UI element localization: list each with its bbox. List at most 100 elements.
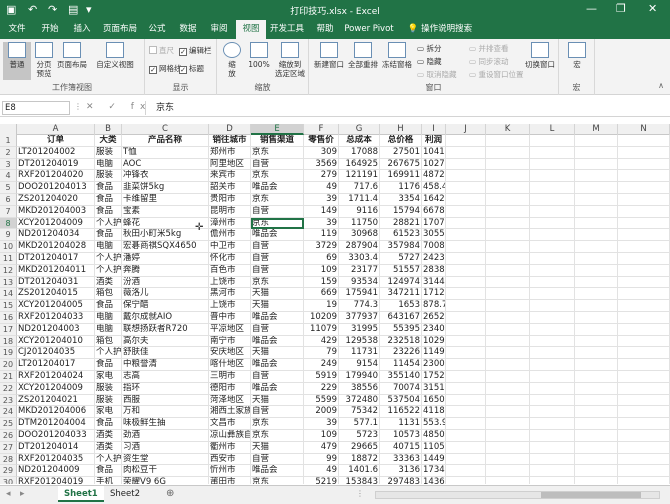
cell[interactable]: 晋中市	[209, 312, 251, 324]
cell[interactable]: 109	[304, 430, 339, 442]
cell[interactable]: 377937	[339, 312, 380, 324]
row-header[interactable]: 18	[0, 335, 17, 348]
cell[interactable]: 食品	[95, 182, 122, 194]
cell[interactable]	[530, 288, 575, 301]
cell[interactable]: 102750	[422, 158, 446, 171]
cell[interactable]	[618, 312, 670, 324]
tab-6[interactable]: 审阅	[206, 20, 232, 39]
zoom-button[interactable]: 缩 放	[220, 42, 244, 78]
cell[interactable]	[530, 217, 575, 230]
cell[interactable]: 28821	[380, 217, 422, 230]
cell[interactable]	[618, 170, 670, 183]
cell[interactable]	[486, 300, 530, 312]
cell[interactable]: 唯品会	[251, 229, 304, 242]
cell[interactable]	[618, 182, 670, 194]
sync-scroll-button[interactable]: ▭ 同步滚动	[469, 56, 508, 67]
cell[interactable]: 服装	[95, 170, 122, 183]
cell[interactable]: 31995	[339, 323, 380, 336]
cell[interactable]	[486, 146, 530, 159]
cell[interactable]	[618, 288, 670, 301]
cell[interactable]	[486, 418, 530, 430]
column-header-I[interactable]: I	[422, 124, 446, 135]
cell[interactable]	[618, 335, 670, 348]
cell[interactable]: 1653	[380, 300, 422, 312]
cell[interactable]: 5919	[304, 371, 339, 383]
cell[interactable]: 个人护理	[95, 217, 122, 230]
cell[interactable]: 订单	[17, 135, 95, 147]
cell[interactable]: 9116	[339, 205, 380, 218]
cell[interactable]: 自营	[251, 371, 304, 383]
cell[interactable]: 宝素	[122, 205, 209, 218]
cell[interactable]: 电脑	[95, 323, 122, 336]
row-header[interactable]: 11	[0, 253, 17, 265]
cell[interactable]	[575, 359, 618, 371]
cell[interactable]: 阿里地区	[209, 158, 251, 171]
cell[interactable]: 潘婷	[122, 253, 209, 265]
cell[interactable]: 食品	[95, 418, 122, 430]
cell[interactable]: 27501	[380, 146, 422, 159]
cell[interactable]	[446, 194, 486, 206]
cell[interactable]: ZS201204020	[17, 194, 95, 206]
cell[interactable]: 服装	[95, 382, 122, 395]
cell[interactable]	[575, 146, 618, 159]
cell[interactable]	[530, 135, 575, 147]
cell[interactable]: 119	[304, 229, 339, 242]
cell[interactable]: 京东	[251, 418, 304, 430]
cell[interactable]: 京东	[251, 194, 304, 206]
cell[interactable]	[575, 453, 618, 466]
scrollbar-thumb[interactable]	[541, 492, 641, 498]
cell[interactable]	[575, 312, 618, 324]
cell[interactable]: 429	[304, 335, 339, 348]
cell[interactable]: 3136	[380, 465, 422, 478]
ruler-checkbox[interactable]: 直尺	[149, 45, 174, 56]
sheet-tab-sheet2[interactable]: Sheet2	[104, 486, 146, 502]
cell[interactable]: 33363	[380, 453, 422, 466]
cell[interactable]	[618, 241, 670, 253]
cell[interactable]: 指环	[122, 382, 209, 395]
column-header-L[interactable]: L	[530, 124, 575, 135]
cell[interactable]: 唯品会	[251, 359, 304, 371]
cell[interactable]: 51557	[380, 264, 422, 277]
cell[interactable]	[618, 217, 670, 230]
cell[interactable]: 31440	[422, 276, 446, 289]
cell[interactable]: 479	[304, 441, 339, 454]
cell[interactable]	[530, 394, 575, 407]
cell[interactable]: 唯品会	[251, 312, 304, 324]
cell[interactable]: 175941	[339, 288, 380, 301]
cell[interactable]	[486, 477, 530, 484]
cell[interactable]	[486, 441, 530, 454]
cell[interactable]: 自营	[251, 241, 304, 253]
cell[interactable]	[446, 335, 486, 348]
cell[interactable]	[486, 170, 530, 183]
cell[interactable]: 3303.4	[339, 253, 380, 265]
cell[interactable]: 39	[304, 194, 339, 206]
cell[interactable]	[446, 135, 486, 147]
cell[interactable]	[575, 217, 618, 230]
cell[interactable]	[486, 241, 530, 253]
cell[interactable]	[575, 288, 618, 301]
row-header[interactable]: 5	[0, 182, 17, 194]
column-header-G[interactable]: G	[339, 124, 380, 135]
close-button[interactable]: ✕	[648, 2, 657, 15]
cell[interactable]: 878.7	[422, 300, 446, 312]
tab-9[interactable]: 帮助	[310, 20, 340, 39]
cell[interactable]: 儋州市	[209, 229, 251, 242]
cell[interactable]	[530, 253, 575, 265]
switch-windows-button[interactable]: 切换窗口	[523, 42, 557, 69]
cell[interactable]: 卡维留里	[122, 194, 209, 206]
cell[interactable]: 漳州市	[209, 217, 251, 230]
cell[interactable]: ND201204009	[17, 465, 95, 478]
cell[interactable]: CJ201204035	[17, 347, 95, 360]
page-break-preview-button[interactable]: 分页 预览	[32, 42, 56, 78]
cell[interactable]: DT201204031	[17, 276, 95, 289]
cell[interactable]: 湘西土家族	[209, 406, 251, 419]
cell[interactable]	[575, 477, 618, 484]
cell[interactable]	[618, 359, 670, 371]
cell[interactable]: 昆明市	[209, 205, 251, 218]
cell[interactable]	[575, 430, 618, 442]
cell[interactable]	[618, 323, 670, 336]
cell[interactable]: 1642.6	[422, 194, 446, 206]
cell[interactable]	[618, 371, 670, 383]
cell[interactable]: 10209	[304, 312, 339, 324]
cell[interactable]	[446, 182, 486, 194]
